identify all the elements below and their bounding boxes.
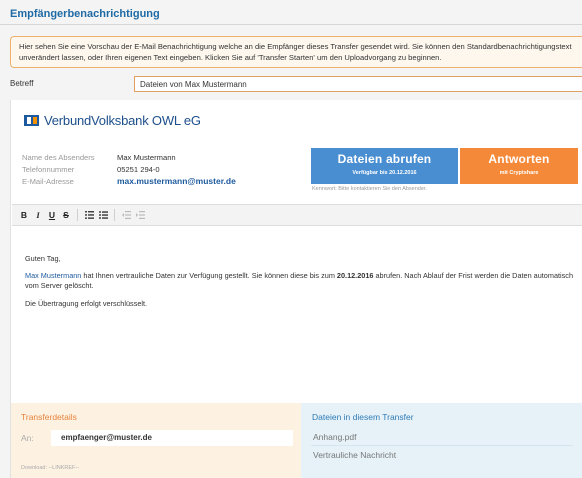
reply-button[interactable]: Antworten mit Cryptshare — [460, 148, 578, 184]
editor-toolbar: B I U S — [12, 205, 582, 226]
sender-phone: 05251 294-0 — [117, 164, 160, 174]
sender-info: Name des Absenders Max Mustermann Telefo… — [22, 151, 236, 187]
info-notice: Hier sehen Sie eine Vorschau der E-Mail … — [10, 36, 582, 68]
encryption-note: Die Übertragung erfolgt verschlüsselt. — [25, 299, 148, 308]
sender-phone-label: Telefonnummer — [22, 164, 75, 174]
outdent-icon[interactable] — [120, 209, 132, 221]
download-link-placeholder: Download: --LINKREF-- — [21, 465, 80, 471]
sender-name-label: Name des Absenders — [22, 152, 95, 162]
email-preview: VerbundVolksbank OWL eG Name des Absende… — [10, 100, 582, 478]
indent-icon[interactable] — [134, 209, 146, 221]
reply-label: Antworten — [488, 152, 550, 166]
file-divider — [311, 445, 573, 446]
recipient-field: empfaenger@muster.de — [51, 430, 293, 446]
message-text-a: hat Ihnen vertrauliche Daten zur Verfügu… — [81, 271, 337, 280]
reply-sub: mit Cryptshare — [499, 170, 539, 176]
sender-name: Max Mustermann — [117, 152, 176, 162]
download-files-label: Dateien abrufen — [337, 152, 432, 166]
transfer-details-panel: Transferdetails An: empfaenger@muster.de… — [11, 403, 301, 478]
recipient-label: An: — [21, 433, 34, 443]
subject-input[interactable] — [134, 76, 582, 92]
unordered-list-icon[interactable] — [97, 209, 109, 221]
message-editor[interactable]: B I U S Guten Tag, Max Mustermann hat Ih… — [12, 204, 582, 406]
files-title: Dateien in diesem Transfer — [312, 412, 414, 422]
dialog-title: Empfängerbenachrichtigung — [10, 8, 160, 20]
underline-button[interactable]: U — [46, 209, 58, 221]
editor-content[interactable]: Guten Tag, Max Mustermann hat Ihnen vert… — [12, 254, 582, 309]
message-expiry-date: 20.12.2016 — [336, 271, 374, 280]
sender-email: max.mustermann@muster.de — [117, 176, 236, 186]
files-panel: Dateien in diesem Transfer Anhang.pdf Ve… — [301, 403, 582, 478]
message-paragraph: Max Mustermann hat Ihnen vertrauliche Da… — [25, 271, 573, 291]
password-hint: Kennwort: Bitte kontaktieren Sie den Abs… — [312, 186, 427, 192]
notification-dialog: Empfängerbenachrichtigung Hier sehen Sie… — [0, 0, 582, 478]
download-availability: Verfügbar bis 20.12.2016 — [352, 170, 417, 176]
ordered-list-icon[interactable] — [83, 209, 95, 221]
file-item: Anhang.pdf — [313, 432, 357, 442]
italic-button[interactable]: I — [32, 209, 44, 221]
bold-button[interactable]: B — [18, 209, 30, 221]
subject-label: Betreff — [10, 79, 34, 88]
message-sender-name: Max Mustermann — [25, 271, 82, 280]
toolbar-separator — [114, 209, 115, 221]
strikethrough-button[interactable]: S — [60, 209, 72, 221]
sender-email-label: E-Mail-Adresse — [22, 176, 74, 186]
file-item: Vertrauliche Nachricht — [313, 450, 397, 460]
title-divider — [0, 24, 582, 25]
download-files-button[interactable]: Dateien abrufen Verfügbar bis 20.12.2016 — [311, 148, 458, 184]
bank-logo-icon — [24, 114, 39, 126]
transfer-details-title: Transferdetails — [21, 412, 77, 422]
bank-name: VerbundVolksbank OWL eG — [44, 112, 201, 128]
greeting-text: Guten Tag, — [25, 254, 61, 263]
bank-logo: VerbundVolksbank OWL eG — [24, 112, 201, 128]
toolbar-separator — [77, 209, 78, 221]
